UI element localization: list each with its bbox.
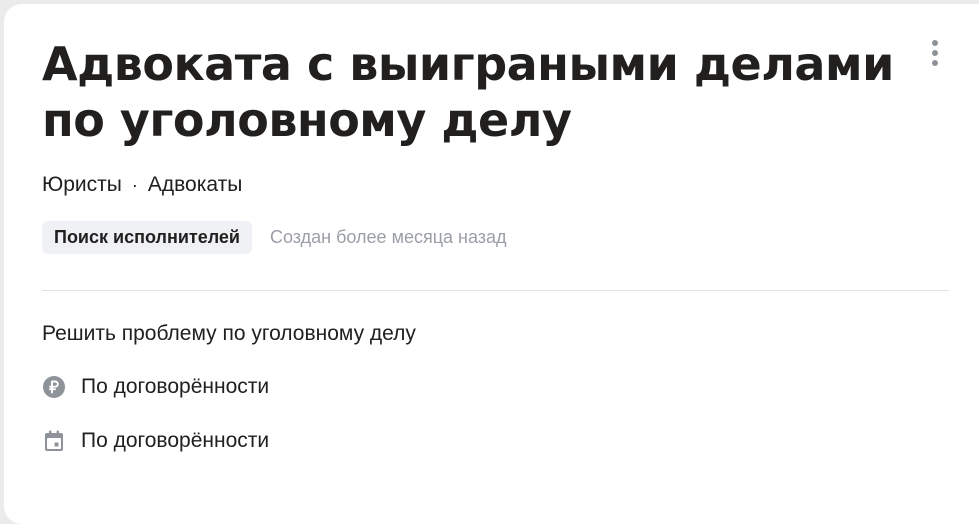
task-card: Адвоката с выиграными делами по уголовно… <box>4 4 979 524</box>
more-vertical-icon-dot <box>932 60 938 66</box>
price-row: По договорённости <box>42 374 269 400</box>
page-title: Адвоката с выиграными делами по уголовно… <box>42 37 894 147</box>
date-text: По договорённости <box>81 429 270 452</box>
status-row: Поиск исполнителей Создан более месяца н… <box>42 221 507 254</box>
more-options-button[interactable] <box>924 36 946 70</box>
more-vertical-icon <box>932 40 938 46</box>
breadcrumb-separator: · <box>131 175 138 195</box>
ruble-icon <box>42 375 66 399</box>
price-text: По договорённости <box>81 375 270 398</box>
date-row: По договорённости <box>42 428 269 454</box>
breadcrumb-item-advocates[interactable]: Адвокаты <box>148 172 242 198</box>
divider <box>42 290 949 291</box>
calendar-icon <box>42 429 66 453</box>
created-date-text: Создан более месяца назад <box>270 227 507 247</box>
task-description: Решить проблему по уголовному делу <box>42 322 416 345</box>
status-badge: Поиск исполнителей <box>42 221 252 254</box>
more-vertical-icon-dot <box>932 50 938 56</box>
breadcrumb: Юристы · Адвокаты <box>42 172 242 198</box>
breadcrumb-item-lawyers[interactable]: Юристы <box>42 172 122 198</box>
